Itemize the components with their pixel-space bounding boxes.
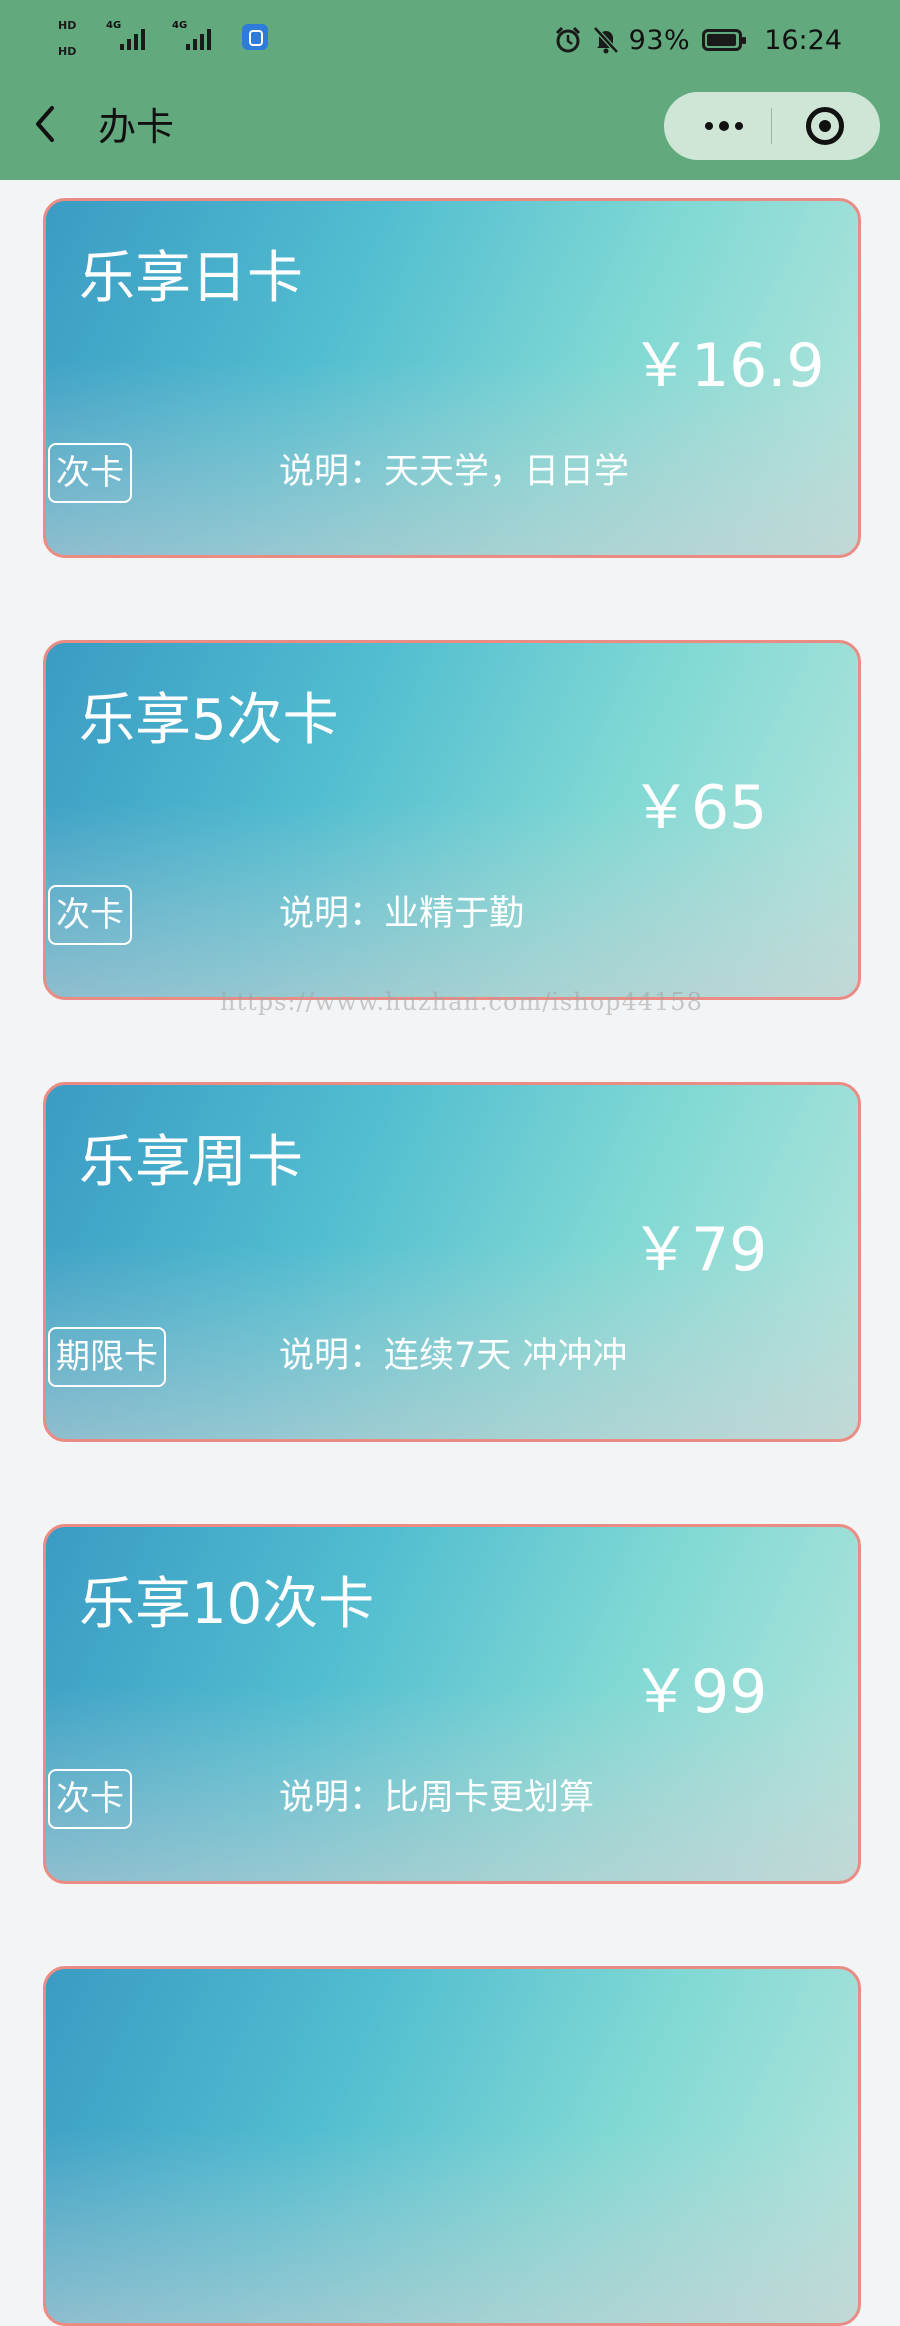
card-type-tag: 次卡 — [48, 885, 132, 945]
card-price: ￥99 — [631, 1657, 768, 1727]
card-type-tag: 期限卡 — [48, 1327, 166, 1387]
battery-percent: 93% — [628, 24, 691, 56]
close-button[interactable] — [772, 92, 880, 160]
card-price: ￥79 — [631, 1215, 768, 1285]
mini-program-capsule — [664, 92, 880, 160]
card-price: ￥65 — [631, 773, 768, 843]
card-title: 乐享周卡 — [79, 1130, 303, 1195]
hd2-label: HD — [58, 45, 77, 58]
signal-icon: 4G — [172, 20, 218, 52]
clock: 16:24 — [764, 24, 842, 56]
signal-icon: 4G — [106, 20, 152, 52]
card-title: 乐享日卡 — [79, 246, 303, 311]
card-description: 说明：天天学，日日学 — [279, 452, 630, 492]
card-description: 说明：连续7天 冲冲冲 — [279, 1336, 628, 1376]
network-type-label: 4G — [172, 20, 188, 31]
battery-icon — [702, 29, 747, 51]
card-item[interactable]: 乐享10次卡 ￥99 次卡 说明：比周卡更划算 — [43, 1524, 861, 1884]
card-item[interactable]: 乐享5次卡 ￥65 次卡 说明：业精于勤 — [43, 640, 861, 1000]
back-button[interactable] — [30, 104, 60, 144]
status-bar-left: HD HD 4G 4G — [58, 14, 268, 66]
card-type-tag: 次卡 — [48, 1769, 132, 1829]
alarm-icon — [555, 26, 580, 53]
bell-muted-icon — [592, 26, 619, 54]
card-description: 说明：业精于勤 — [279, 894, 525, 934]
app-notification-icon — [242, 24, 268, 50]
network-type-label: 4G — [106, 20, 122, 31]
card-item-partial[interactable] — [43, 1966, 861, 2326]
card-price: ￥16.9 — [631, 331, 825, 401]
more-dots-icon — [705, 122, 713, 130]
card-title: 乐享10次卡 — [79, 1572, 375, 1637]
watermark: https://www.huzhan.com/ishop44158 — [220, 988, 703, 1016]
more-button[interactable] — [664, 92, 770, 160]
card-title: 乐享5次卡 — [79, 688, 339, 753]
more-dots-icon — [735, 122, 743, 130]
top-bar: HD HD 4G 4G 93% 16:24 办卡 — [0, 0, 900, 180]
status-bar-right: 93% 16:24 — [553, 20, 842, 60]
more-dots-icon — [719, 121, 729, 131]
page-title: 办卡 — [98, 105, 175, 149]
target-circle-icon — [806, 107, 844, 145]
card-description: 说明：比周卡更划算 — [279, 1778, 595, 1818]
card-item[interactable]: 乐享周卡 ￥79 期限卡 说明：连续7天 冲冲冲 — [43, 1082, 861, 1442]
card-type-tag: 次卡 — [48, 443, 132, 503]
hd1-label: HD — [58, 19, 77, 32]
card-item[interactable]: 乐享日卡 ￥16.9 次卡 说明：天天学，日日学 — [43, 198, 861, 558]
